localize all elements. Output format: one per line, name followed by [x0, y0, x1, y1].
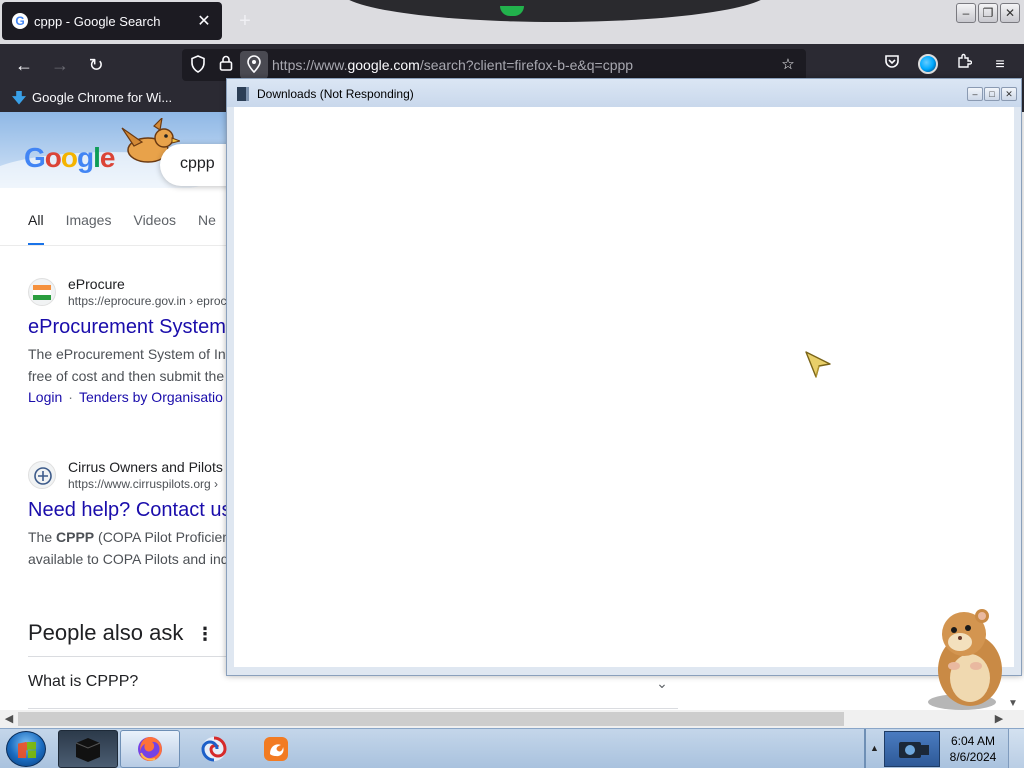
- close-tab-icon[interactable]: ✕: [196, 11, 212, 31]
- reload-icon[interactable]: ↻: [84, 53, 108, 77]
- search-tabs: All Images Videos Ne: [28, 212, 238, 246]
- window-controls: – □ ✕: [967, 87, 1017, 101]
- tab-title: cppp - Google Search: [34, 13, 161, 29]
- shield-icon[interactable]: [188, 55, 208, 75]
- logo-letter: G: [24, 142, 46, 173]
- window-title: Downloads (Not Responding): [257, 87, 414, 101]
- uc-browser-icon: [264, 737, 288, 761]
- window-app-icon: [75, 738, 101, 762]
- result-url: https://eprocure.gov.in › eproc: [68, 294, 227, 308]
- scrollbar-thumb[interactable]: [18, 712, 844, 726]
- forward-arrow-icon[interactable]: →: [48, 53, 72, 77]
- extensions-puzzle-icon[interactable]: [952, 53, 976, 77]
- pocket-icon[interactable]: [880, 53, 904, 77]
- account-avatar[interactable]: [918, 54, 938, 74]
- firefox-tab-strip: G cppp - Google Search ✕ + – ❐ ✕: [0, 0, 1024, 44]
- divider: [28, 708, 678, 709]
- downloads-window[interactable]: Downloads (Not Responding) – □ ✕: [226, 78, 1022, 676]
- minimize-button[interactable]: –: [956, 3, 976, 23]
- firefox-icon: [138, 737, 162, 761]
- taskbar-uc-browser[interactable]: [246, 730, 306, 768]
- clock-time: 6:04 AM: [950, 734, 996, 748]
- show-desktop-button[interactable]: [1008, 729, 1024, 768]
- scroll-right-arrow-icon[interactable]: ▶: [992, 712, 1006, 726]
- logo-letter: e: [99, 142, 116, 173]
- scroll-left-arrow-icon[interactable]: ◀: [2, 712, 16, 726]
- download-arrow-icon: [12, 90, 26, 105]
- minimize-button[interactable]: –: [967, 87, 983, 101]
- show-hidden-icons-arrow[interactable]: ▲: [870, 743, 879, 753]
- window-content-area: [234, 107, 1014, 667]
- google-g-icon: G: [12, 13, 28, 29]
- result-site-name: Cirrus Owners and Pilots: [68, 459, 223, 475]
- desktop: G cppp - Google Search ✕ + – ❐ ✕ ← → ↻ h…: [0, 0, 1024, 768]
- back-arrow-icon[interactable]: ←: [12, 53, 36, 77]
- more-vert-icon[interactable]: ⋮: [196, 624, 214, 645]
- bookmark-item[interactable]: Google Chrome for Wi...: [12, 90, 172, 105]
- swirl-browser-icon: [201, 736, 227, 762]
- result-url: https://www.cirruspilots.org ›: [68, 477, 219, 491]
- taskbar-swirl-browser[interactable]: [184, 730, 244, 768]
- close-button[interactable]: ✕: [1001, 87, 1017, 101]
- tab-videos[interactable]: Videos: [133, 212, 176, 246]
- tab-news[interactable]: Ne: [198, 212, 216, 246]
- lock-icon[interactable]: [216, 55, 236, 75]
- sitelink-tenders[interactable]: Tenders by Organisatio: [79, 389, 223, 405]
- snippet-bold: CPPP: [56, 529, 95, 545]
- taskbar-window-app[interactable]: [58, 730, 118, 768]
- mouse-cursor-icon: [805, 351, 831, 378]
- tab-all[interactable]: All: [28, 212, 44, 246]
- window-titlebar[interactable]: Downloads (Not Responding) – □ ✕: [227, 79, 1021, 107]
- logo-letter: o: [60, 142, 78, 173]
- taskbar-firefox[interactable]: [120, 730, 180, 768]
- bookmark-star-icon[interactable]: ☆: [778, 55, 798, 75]
- windows-taskbar: ▲ 6:04 AM 8/6/2024: [0, 728, 1024, 768]
- app-window-icon: [237, 87, 249, 101]
- close-window-button[interactable]: ✕: [1000, 3, 1020, 23]
- window-controls: – ❐ ✕: [956, 3, 1020, 23]
- url-text[interactable]: https://www.google.com/search?client=fir…: [272, 57, 633, 73]
- snippet-text: (COPA Pilot Proficien: [94, 529, 231, 545]
- theme-decoration: [340, 0, 770, 22]
- logo-letter: l: [93, 142, 101, 173]
- sitelink-separator: ·: [68, 389, 73, 405]
- location-icon[interactable]: [244, 55, 264, 75]
- hamburger-menu-icon[interactable]: ≡: [988, 53, 1012, 77]
- paa-question[interactable]: What is CPPP?: [28, 673, 138, 691]
- tab-google-search[interactable]: G cppp - Google Search ✕: [2, 2, 222, 40]
- windows-logo-icon: [18, 742, 36, 758]
- restore-button[interactable]: ❐: [978, 3, 998, 23]
- logo-letter: o: [44, 142, 62, 173]
- horizontal-scrollbar[interactable]: ◀ ▶: [0, 710, 1024, 728]
- result-site-name: eProcure: [68, 276, 125, 292]
- plus-icon[interactable]: +: [234, 10, 256, 32]
- clock-date: 8/6/2024: [949, 750, 997, 764]
- start-button[interactable]: [6, 731, 46, 767]
- system-clock[interactable]: 6:04 AM 8/6/2024: [944, 733, 1002, 765]
- google-logo: Google: [24, 142, 116, 174]
- snippet-text: The: [28, 529, 57, 545]
- tab-images[interactable]: Images: [66, 212, 112, 246]
- globe-plus-icon: [28, 461, 56, 489]
- india-flag-icon: [28, 278, 56, 306]
- people-also-ask-heading: People also ask: [28, 620, 184, 645]
- logo-letter: g: [77, 142, 94, 173]
- desktop-pet-hamster[interactable]: [920, 604, 1012, 712]
- tray-separator: [864, 729, 866, 768]
- bookmark-label: Google Chrome for Wi...: [32, 90, 173, 105]
- tabs-divider: [0, 245, 226, 246]
- sitelink-login[interactable]: Login: [28, 389, 62, 405]
- maximize-button[interactable]: □: [984, 87, 1000, 101]
- tray-camera-app-icon[interactable]: [884, 731, 940, 767]
- address-bar[interactable]: https://www.google.com/search?client=fir…: [182, 49, 806, 81]
